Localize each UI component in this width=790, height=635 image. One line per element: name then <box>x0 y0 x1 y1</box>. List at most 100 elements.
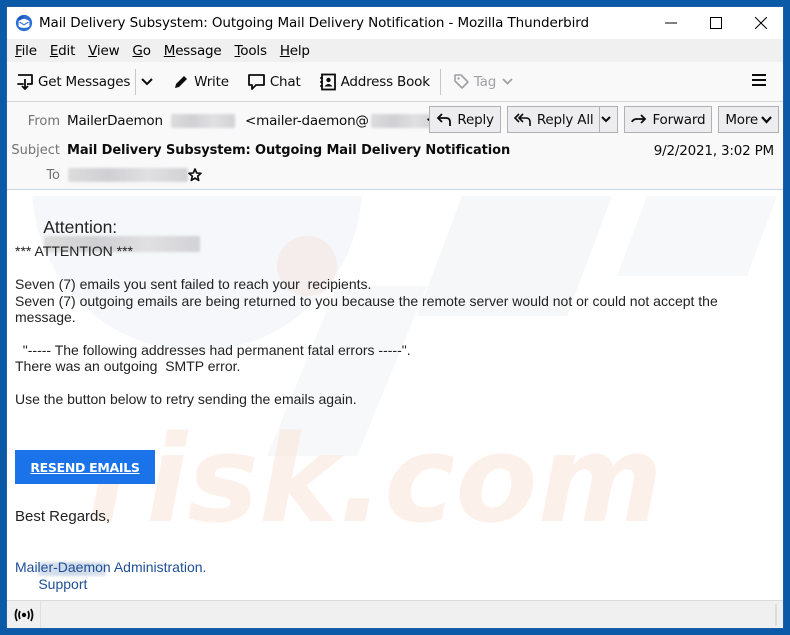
forward-arrow-icon <box>631 113 647 124</box>
minimize-icon <box>664 22 677 24</box>
reply-button[interactable]: Reply <box>429 106 501 133</box>
menu-message-accel: M <box>163 42 176 59</box>
online-status-icon <box>14 608 33 621</box>
close-button[interactable] <box>738 7 783 39</box>
toolbar-divider <box>439 68 441 95</box>
resend-emails-label: RESEND EMAILS <box>30 459 140 475</box>
reply-label: Reply <box>457 111 494 128</box>
tag-button[interactable]: Tag <box>449 67 521 97</box>
body-line-3: message. <box>15 309 76 325</box>
closing: Best Regards, <box>15 508 111 525</box>
forward-button[interactable]: Forward <box>624 106 713 133</box>
attention-banner: *** ATTENTION *** <box>15 243 133 259</box>
forward-label: Forward <box>652 111 706 128</box>
menu-help-accel: H <box>279 42 290 59</box>
menu-view[interactable]: View <box>83 43 124 59</box>
menu-file-accel: F <box>15 42 22 59</box>
window-title: Mail Delivery Subsystem: Outgoing Mail D… <box>39 15 589 31</box>
menu-help-label: elp <box>289 42 310 59</box>
write-button[interactable]: Write <box>168 67 233 97</box>
thunderbird-window: Mail Delivery Subsystem: Outgoing Mail D… <box>6 6 784 629</box>
from-label: From <box>27 114 60 129</box>
more-chevron-down-icon <box>761 115 772 124</box>
tag-chevron-down-icon <box>502 78 513 85</box>
app-menu-button[interactable] <box>751 72 767 91</box>
menu-tools-label: ools <box>240 42 267 59</box>
chat-icon <box>247 73 265 90</box>
reply-all-dropdown[interactable] <box>599 107 617 132</box>
title-bar: Mail Delivery Subsystem: Outgoing Mail D… <box>7 7 783 39</box>
minimize-button[interactable] <box>648 7 693 39</box>
online-status-toggle[interactable] <box>7 601 41 628</box>
tag-label: Tag <box>473 73 497 90</box>
thunderbird-logo-icon <box>15 14 33 32</box>
chat-button[interactable]: Chat <box>243 67 305 97</box>
header-action-buttons: Reply Reply All Forward More <box>429 106 779 133</box>
from-email-prefix: <mailer-daemon@ <box>245 113 369 129</box>
reply-all-label: Reply All <box>536 111 594 128</box>
menu-tools[interactable]: Tools <box>230 43 272 59</box>
from-field[interactable]: MailerDaemon <mailer-daemon@> <box>67 113 450 129</box>
svg-text:risk.com: risk.com <box>87 411 663 550</box>
body-line-2: Seven (7) outgoing emails are being retu… <box>15 293 718 309</box>
menu-message[interactable]: Message <box>159 43 227 59</box>
message-date: 9/2/2021, 3:02 PM <box>653 143 774 159</box>
signature-line-2: Mailer-Daemon Administration. <box>15 559 207 575</box>
chevron-down-icon <box>141 77 153 85</box>
menu-go-accel: G <box>132 42 143 59</box>
chat-label: Chat <box>269 73 301 90</box>
to-label: To <box>46 168 60 183</box>
toolbar-split-divider <box>135 68 137 95</box>
signature-support: Support <box>38 576 88 592</box>
address-book-label: Address Book <box>340 73 430 90</box>
menu-view-accel: V <box>88 42 97 59</box>
menu-file-label: ile <box>21 42 37 59</box>
body-line-5: There was an outgoing SMTP error. <box>15 358 241 374</box>
menu-help[interactable]: Help <box>275 43 315 59</box>
menu-edit-label: dit <box>58 42 76 59</box>
maximize-icon <box>709 17 722 29</box>
write-label: Write <box>194 73 229 90</box>
body-line-4: "----- The following addresses had perma… <box>15 342 411 358</box>
menu-go[interactable]: Go <box>127 43 155 59</box>
reply-icon <box>437 112 452 126</box>
status-bar-resize-grip[interactable] <box>775 604 777 626</box>
maximize-button[interactable] <box>693 7 738 39</box>
from-name: MailerDaemon <box>67 113 163 129</box>
body-line-1: Seven (7) emails you sent failed to reac… <box>15 276 372 292</box>
redacted-sender-name <box>170 114 235 128</box>
main-toolbar: Get Messages Write Chat Address Book Tag <box>7 62 783 102</box>
get-messages-dropdown[interactable] <box>138 67 160 97</box>
redacted-recipient <box>68 168 188 182</box>
tag-icon <box>454 74 469 89</box>
reply-all-icon <box>513 112 531 126</box>
menu-edit-accel: E <box>49 42 59 59</box>
reply-all-button[interactable]: Reply All <box>506 106 619 133</box>
get-messages-label: Get Messages <box>38 73 131 90</box>
to-field[interactable] <box>68 167 188 183</box>
subject-label: Subject <box>11 143 60 158</box>
menu-message-label: essage <box>175 42 222 59</box>
menu-file[interactable]: File <box>10 43 42 59</box>
menu-bar: File Edit View Go Message Tools Help <box>7 39 783 62</box>
menu-edit[interactable]: Edit <box>45 43 80 59</box>
pencil-icon <box>175 75 188 88</box>
address-book-icon <box>319 73 336 90</box>
more-button[interactable]: More <box>718 106 779 133</box>
reply-all-chevron-down-icon <box>601 116 612 123</box>
subject-value: Mail Delivery Subsystem: Outgoing Mail D… <box>67 143 511 158</box>
window-controls <box>648 7 783 39</box>
more-label: More <box>725 111 758 128</box>
address-book-button[interactable]: Address Book <box>315 67 434 97</box>
menu-go-label: o <box>142 42 151 59</box>
get-messages-icon <box>17 73 33 90</box>
get-messages-button[interactable]: Get Messages <box>12 67 134 97</box>
menu-view-label: iew <box>96 42 120 59</box>
hamburger-menu-icon <box>752 74 766 86</box>
close-icon <box>754 17 767 29</box>
to-star-icon[interactable] <box>188 168 202 182</box>
message-body: risk.com Attention: *** ATTENTION *** Se… <box>7 196 783 601</box>
attention-label: Attention: <box>43 216 118 237</box>
resend-emails-button[interactable]: RESEND EMAILS <box>15 450 155 484</box>
status-bar <box>7 600 783 628</box>
